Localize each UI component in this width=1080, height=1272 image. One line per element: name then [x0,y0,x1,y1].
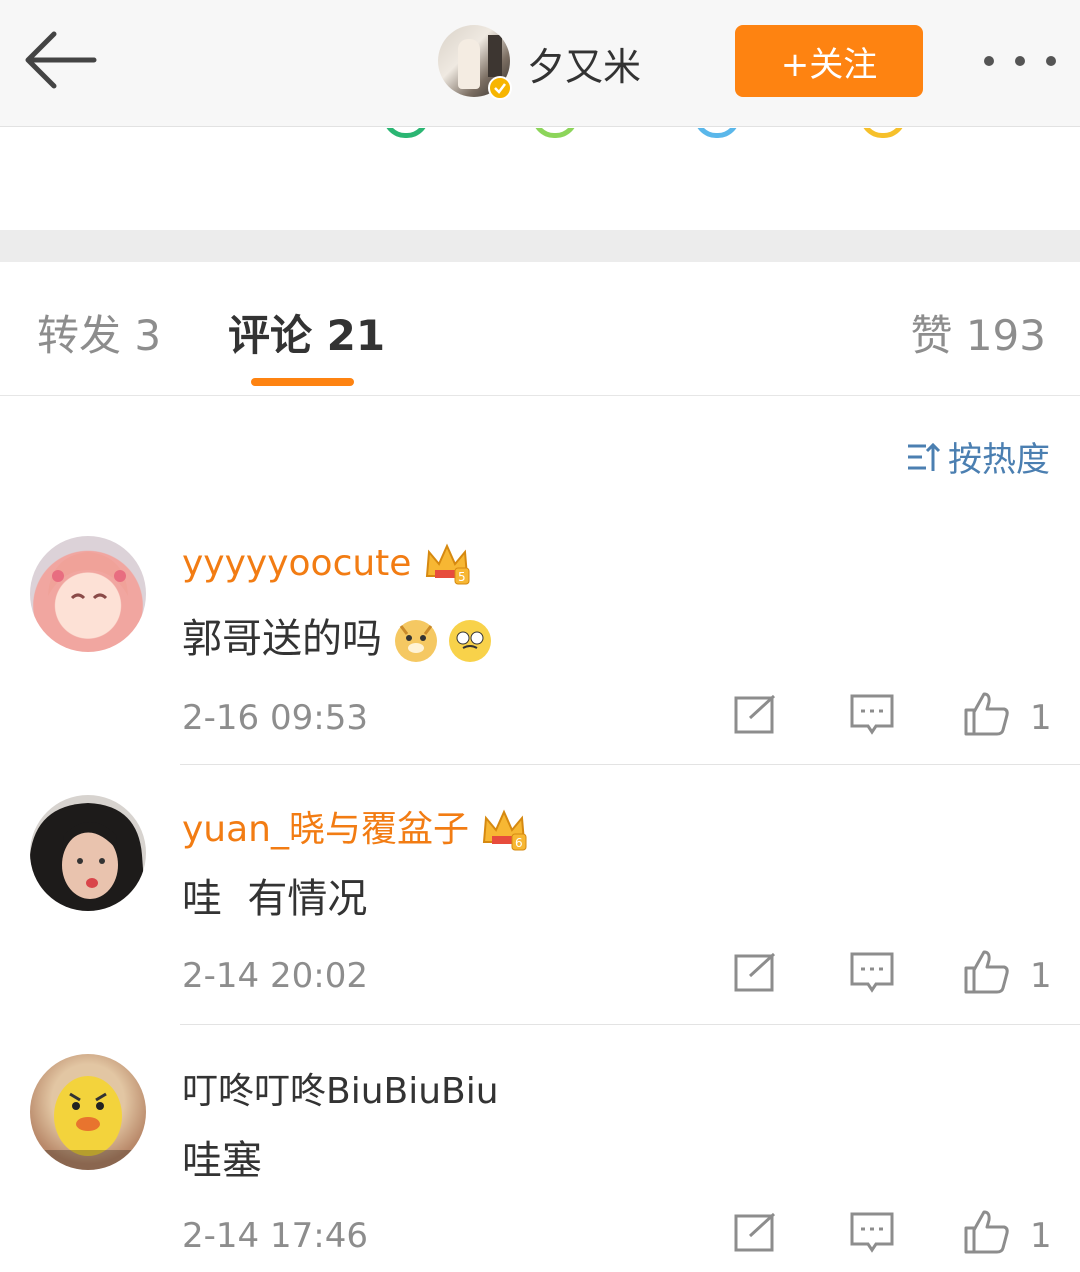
sort-icon [908,442,941,471]
comment-divider [180,1024,1080,1025]
like-comment-button[interactable] [962,1208,1010,1260]
comment-text: 哇 有情况 [182,876,368,922]
commenter-avatar[interactable] [30,1054,146,1170]
svg-text:6: 6 [515,836,523,850]
repost-comment-button[interactable] [734,1212,778,1256]
sort-button[interactable]: 按热度 [906,432,1050,481]
share-edit-icon [734,694,776,734]
more-dots-icon[interactable] [984,52,1056,70]
tab-repost[interactable]: 转发 3 [37,302,161,363]
feed-tabs: 转发 3 评论 21 赞 193 [0,262,1080,396]
reply-comment-button[interactable] [850,1212,894,1258]
reply-bubble-icon [850,952,894,993]
arrow-left-icon [25,31,97,89]
share-edit-icon [734,952,776,992]
share-edit-icon [734,1212,776,1252]
tearful-emoji [449,620,492,662]
follow-button[interactable]: +关注 [735,25,923,97]
top-nav-bar: 夕又米 +关注 [0,0,1080,127]
repost-comment-button[interactable] [734,952,778,996]
lime-reaction-icon [532,128,578,138]
like-count: 1 [1030,698,1052,738]
comment-username[interactable]: 叮咚叮咚BiuBiuBiu [182,1062,499,1114]
sort-label: 按热度 [948,440,1050,480]
commenter-avatar[interactable] [30,795,146,911]
comment-time: 2-16 09:53 [182,698,368,738]
comment-username[interactable]: yyyyyoocute 5 [182,542,471,588]
reply-bubble-icon [850,1212,894,1253]
green-reaction-icon [383,128,429,138]
crown-member-icon: 5 [425,543,470,585]
comment-time: 2-14 20:02 [182,956,368,996]
blue-reaction-icon [694,128,740,138]
verified-badge-icon [488,76,512,100]
crown-member-icon: 6 [483,809,527,851]
reply-comment-button[interactable] [850,694,894,740]
doge-emoji [394,620,437,662]
back-button[interactable] [20,28,100,92]
comment-time: 2-14 17:46 [182,1216,368,1256]
tab-likes[interactable]: 赞 193 [910,302,1046,363]
commenter-avatar[interactable] [30,536,146,652]
thumbs-up-icon [964,950,1009,994]
reply-bubble-icon [850,694,894,735]
yellow-reaction-icon [860,128,906,138]
username-text: yuan_晓与覆盆子 [182,809,469,850]
repost-comment-button[interactable] [734,694,778,738]
section-separator [0,230,1080,262]
like-comment-button[interactable] [962,948,1010,1000]
like-count: 1 [1030,1216,1052,1256]
reaction-strip [0,128,1080,230]
thumbs-up-icon [964,692,1009,736]
author-name[interactable]: 夕又米 [527,36,641,91]
active-tab-indicator [251,378,354,386]
comment-text: 郭哥送的吗 [182,616,382,662]
svg-text:5: 5 [458,570,466,584]
comment-content: 郭哥送的吗 [182,606,492,664]
comment-divider [180,764,1080,765]
username-text: yyyyyoocute [182,543,412,584]
like-count: 1 [1030,956,1052,996]
like-comment-button[interactable] [962,690,1010,742]
tab-comment[interactable]: 评论 21 [228,302,385,363]
reply-comment-button[interactable] [850,952,894,998]
comment-username[interactable]: yuan_晓与覆盆子 6 [182,800,528,854]
thumbs-up-icon [964,1210,1009,1254]
comment-text: 哇塞 [182,1138,262,1184]
